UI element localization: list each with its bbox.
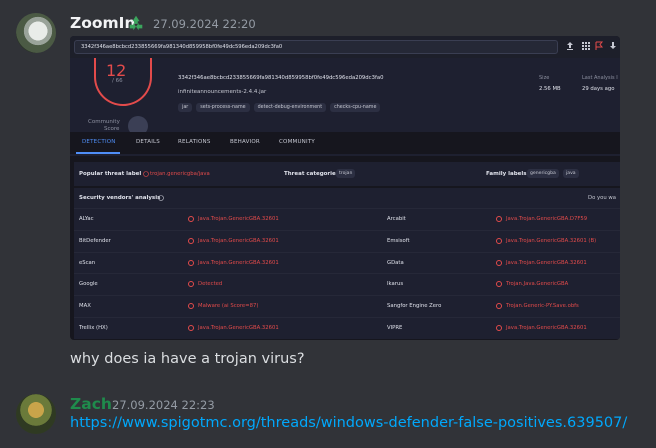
vendor-name: eScan: [79, 259, 96, 266]
tab-community[interactable]: COMMUNITY: [279, 139, 315, 145]
timestamp: 27.09.2024 22:20: [153, 17, 256, 31]
tag[interactable]: jar: [178, 103, 193, 112]
file-name: infiniteannouncements-2.4.4.jar: [178, 89, 267, 95]
upload-icon[interactable]: [565, 41, 575, 51]
vendor-result: Java.Trojan.GenericGBA.32601: [506, 324, 587, 331]
browser-toolbar: 3342f346ae8bcbcd233855669fa981340d859958…: [70, 36, 620, 58]
vendor-result: Java.Trojan.GenericGBA.32601 (B): [506, 237, 597, 244]
vendor-result: Java.Trojan.GenericGBA.32601: [198, 259, 279, 266]
vendor-table: ALYac Java.Trojan.GenericGBA.32601 Arcab…: [74, 208, 620, 339]
vendor-name: Arcabit: [387, 216, 406, 222]
vendor-name: Sangfor Engine Zero: [387, 303, 442, 310]
popular-threat-value[interactable]: trojan.genericgba/java: [150, 171, 210, 177]
vendor-name: MAX: [79, 303, 91, 310]
search-value: 3342f346ae8bcbcd233855669fa981340d859958…: [81, 44, 283, 50]
family-label-chip[interactable]: java: [563, 169, 579, 178]
tag[interactable]: detect-debug-environment: [253, 103, 327, 112]
tag-list: jar sets-process-name detect-debug-envir…: [178, 103, 381, 112]
download-icon[interactable]: [608, 41, 618, 51]
tag[interactable]: checks-cpu-name: [330, 103, 381, 112]
threat-summary: Popular threat label trojan.genericgba/j…: [74, 162, 620, 186]
username[interactable]: ZoomIn: [70, 14, 136, 32]
table-row: ALYac Java.Trojan.GenericGBA.32601 Arcab…: [74, 208, 620, 230]
file-hash: 3342f346ae8bcbcd233855669fa981340d859958…: [178, 75, 384, 81]
table-row: eScan Java.Trojan.GenericGBA.32601 GData…: [74, 251, 620, 274]
tag[interactable]: sets-process-name: [196, 103, 250, 112]
vendor-result: Java.Trojan.GenericGBA.32601: [198, 237, 279, 244]
vendor-name: Ikarus: [387, 281, 404, 288]
vendor-name: ALYac: [79, 216, 94, 222]
alert-icon: [188, 216, 194, 222]
alert-icon: [188, 259, 194, 266]
table-row: MAX Malware (ai Score=87) Sangfor Engine…: [74, 295, 620, 317]
alert-icon: [496, 237, 502, 244]
table-row: Google Detected Ikarus Trojan.Java.Gener…: [74, 273, 620, 296]
vendor-result: Trojan.Generic-PY.Save.obfs: [506, 303, 579, 310]
avatar[interactable]: [16, 394, 56, 434]
tab-bar: DETECTION DETAILS RELATIONS BEHAVIOR COM…: [70, 132, 620, 154]
table-row: Trellix (HX) Java.Trojan.GenericGBA.3260…: [74, 316, 620, 339]
alert-icon: [496, 324, 502, 331]
vendor-name: Google: [79, 281, 98, 288]
vendor-name: BitDefender: [79, 237, 111, 244]
vendor-result: Java.Trojan.GenericGBA.D7F59: [506, 216, 588, 222]
threat-category-chip[interactable]: trojan: [336, 169, 356, 178]
vendor-result: Java.Trojan.GenericGBA.32601: [198, 216, 279, 222]
alert-icon: [496, 216, 502, 222]
vendor-result: Java.Trojan.GenericGBA.32601: [506, 259, 587, 266]
search-input[interactable]: 3342f346ae8bcbcd233855669fa981340d859958…: [74, 40, 558, 54]
popular-threat-label: Popular threat label: [79, 171, 142, 177]
size-value: 2.56 MB: [539, 86, 561, 92]
size-label: Size: [539, 75, 550, 81]
last-analysis-label: Last Analysis I: [582, 75, 618, 81]
vendors-heading: Security vendors' analysis: [79, 195, 161, 201]
last-analysis-value: 29 days ago: [582, 86, 615, 92]
avatar[interactable]: [16, 13, 56, 53]
alert-icon: [496, 281, 502, 288]
active-tab-indicator: [76, 152, 120, 154]
message-text: why does ia have a trojan virus?: [70, 351, 305, 367]
vendor-result: Java.Trojan.GenericGBA.32601: [198, 324, 279, 331]
tab-relations[interactable]: RELATIONS: [178, 139, 211, 145]
detection-total: / 66: [112, 78, 123, 84]
vendor-result: Trojan.Java.GenericGBA: [506, 281, 569, 288]
tab-behavior[interactable]: BEHAVIOR: [230, 139, 260, 145]
info-icon[interactable]: [158, 195, 164, 201]
vendors-cta[interactable]: Do you wa: [588, 195, 616, 201]
attached-screenshot[interactable]: 3342f346ae8bcbcd233855669fa981340d859958…: [70, 36, 620, 340]
flag-icon[interactable]: [594, 41, 604, 51]
family-labels-label: Family labels: [486, 171, 527, 177]
vendor-name: VIPRE: [387, 324, 403, 331]
alert-icon: [188, 324, 194, 331]
alert-icon: [496, 303, 502, 310]
timestamp: 27.09.2024 22:23: [112, 398, 215, 412]
family-label-chip[interactable]: genericgba: [527, 169, 559, 178]
community-score-label: Community: [88, 119, 120, 125]
table-row: BitDefender Java.Trojan.GenericGBA.32601…: [74, 229, 620, 252]
tab-detection[interactable]: DETECTION: [82, 139, 116, 145]
vendor-name: Trellix (HX): [79, 324, 108, 331]
tab-details[interactable]: DETAILS: [136, 139, 160, 145]
message-link[interactable]: https://www.spigotmc.org/threads/windows…: [70, 415, 627, 431]
username[interactable]: Zach: [70, 395, 112, 413]
vendor-result: Malware (ai Score=87): [198, 303, 259, 310]
info-icon[interactable]: [143, 171, 149, 177]
recycle-badge-icon: [129, 15, 143, 31]
vendor-result: Detected: [198, 281, 223, 288]
alert-icon: [496, 259, 502, 266]
vendor-name: Emsisoft: [387, 237, 410, 244]
vendor-name: GData: [387, 259, 404, 266]
alert-icon: [188, 281, 194, 288]
threat-categories-label: Threat categories: [284, 171, 340, 177]
vendors-header: Security vendors' analysis Do you wa: [74, 188, 620, 208]
alert-icon: [188, 303, 194, 310]
alert-icon: [188, 237, 194, 244]
apps-grid-icon[interactable]: [581, 41, 591, 51]
